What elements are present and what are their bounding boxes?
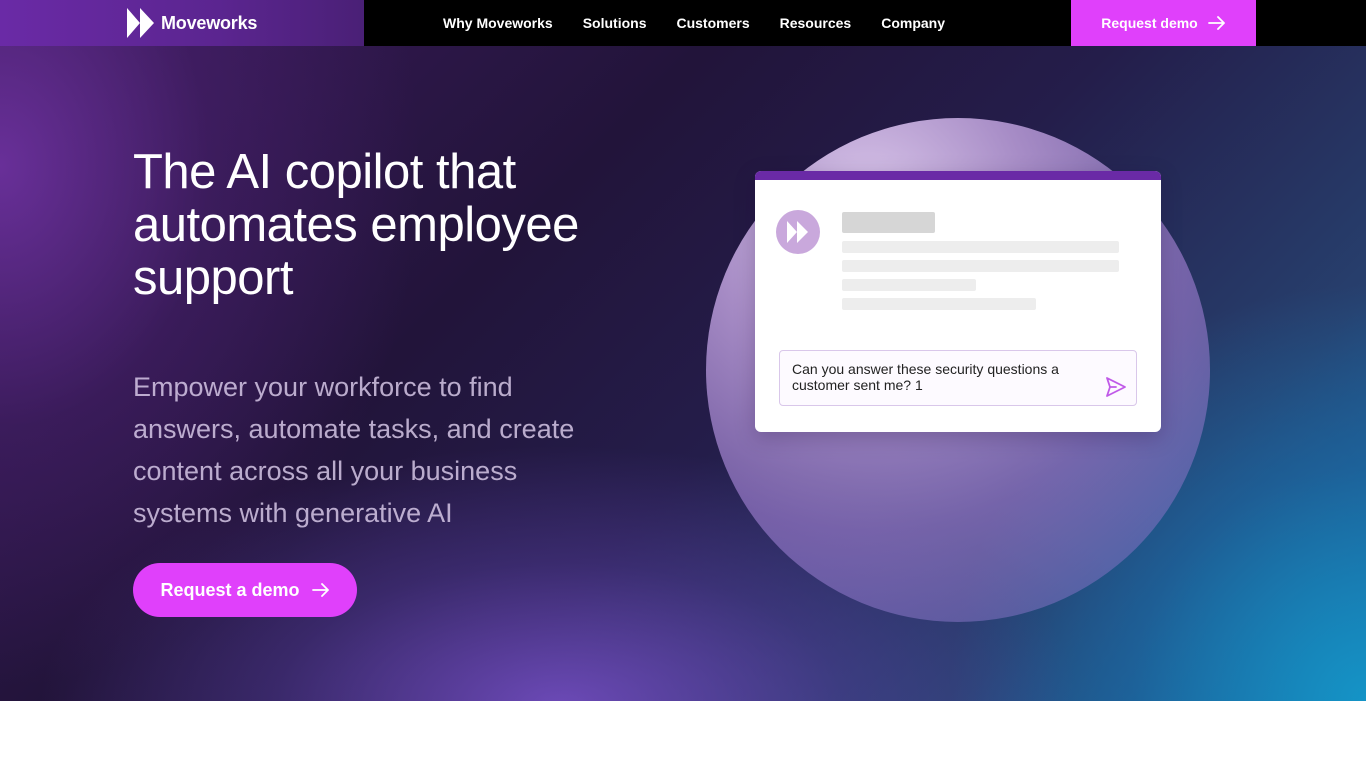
arrow-right-icon	[311, 583, 329, 597]
message-placeholder-line	[842, 298, 1036, 310]
nav-item-why-moveworks[interactable]: Why Moveworks	[428, 0, 568, 46]
message-placeholder-line	[842, 241, 1119, 253]
hero-headline: The AI copilot that automates employee s…	[133, 145, 579, 305]
brand-area: Moveworks	[0, 0, 364, 46]
nav-item-customers[interactable]: Customers	[661, 0, 764, 46]
chat-card-header-bar	[755, 171, 1161, 180]
arrow-right-icon	[1207, 16, 1225, 30]
hero-subtext: Empower your workforce to find answers, …	[133, 372, 575, 528]
nav-item-solutions[interactable]: Solutions	[568, 0, 662, 46]
request-demo-label: Request demo	[1101, 15, 1198, 31]
send-icon[interactable]	[1104, 375, 1128, 399]
main-nav: Why Moveworks Solutions Customers Resour…	[428, 0, 960, 46]
request-a-demo-label: Request a demo	[160, 579, 300, 600]
brand-name: Moveworks	[161, 12, 258, 33]
message-placeholder-line	[842, 260, 1119, 272]
message-placeholder-title	[842, 212, 935, 233]
request-demo-button[interactable]: Request demo	[1071, 0, 1256, 46]
moveworks-logo-link[interactable]: Moveworks	[126, 8, 257, 38]
chat-input-text: Can you answer these security questions …	[792, 361, 1059, 393]
message-placeholder-line	[842, 279, 976, 291]
top-navigation: Moveworks Why Moveworks Solutions Custom…	[0, 0, 1366, 46]
hero-section: The AI copilot that automates employee s…	[0, 46, 1366, 701]
next-section	[0, 701, 1366, 768]
nav-item-company[interactable]: Company	[866, 0, 960, 46]
moveworks-logo-icon	[127, 8, 154, 38]
nav-item-resources[interactable]: Resources	[765, 0, 867, 46]
request-a-demo-button[interactable]: Request a demo	[133, 563, 357, 617]
moveworks-logo-icon	[787, 221, 808, 243]
chat-message-input[interactable]: Can you answer these security questions …	[779, 350, 1137, 406]
chat-demo-card: Can you answer these security questions …	[755, 171, 1161, 432]
moveworks-bot-avatar-icon	[776, 210, 820, 254]
